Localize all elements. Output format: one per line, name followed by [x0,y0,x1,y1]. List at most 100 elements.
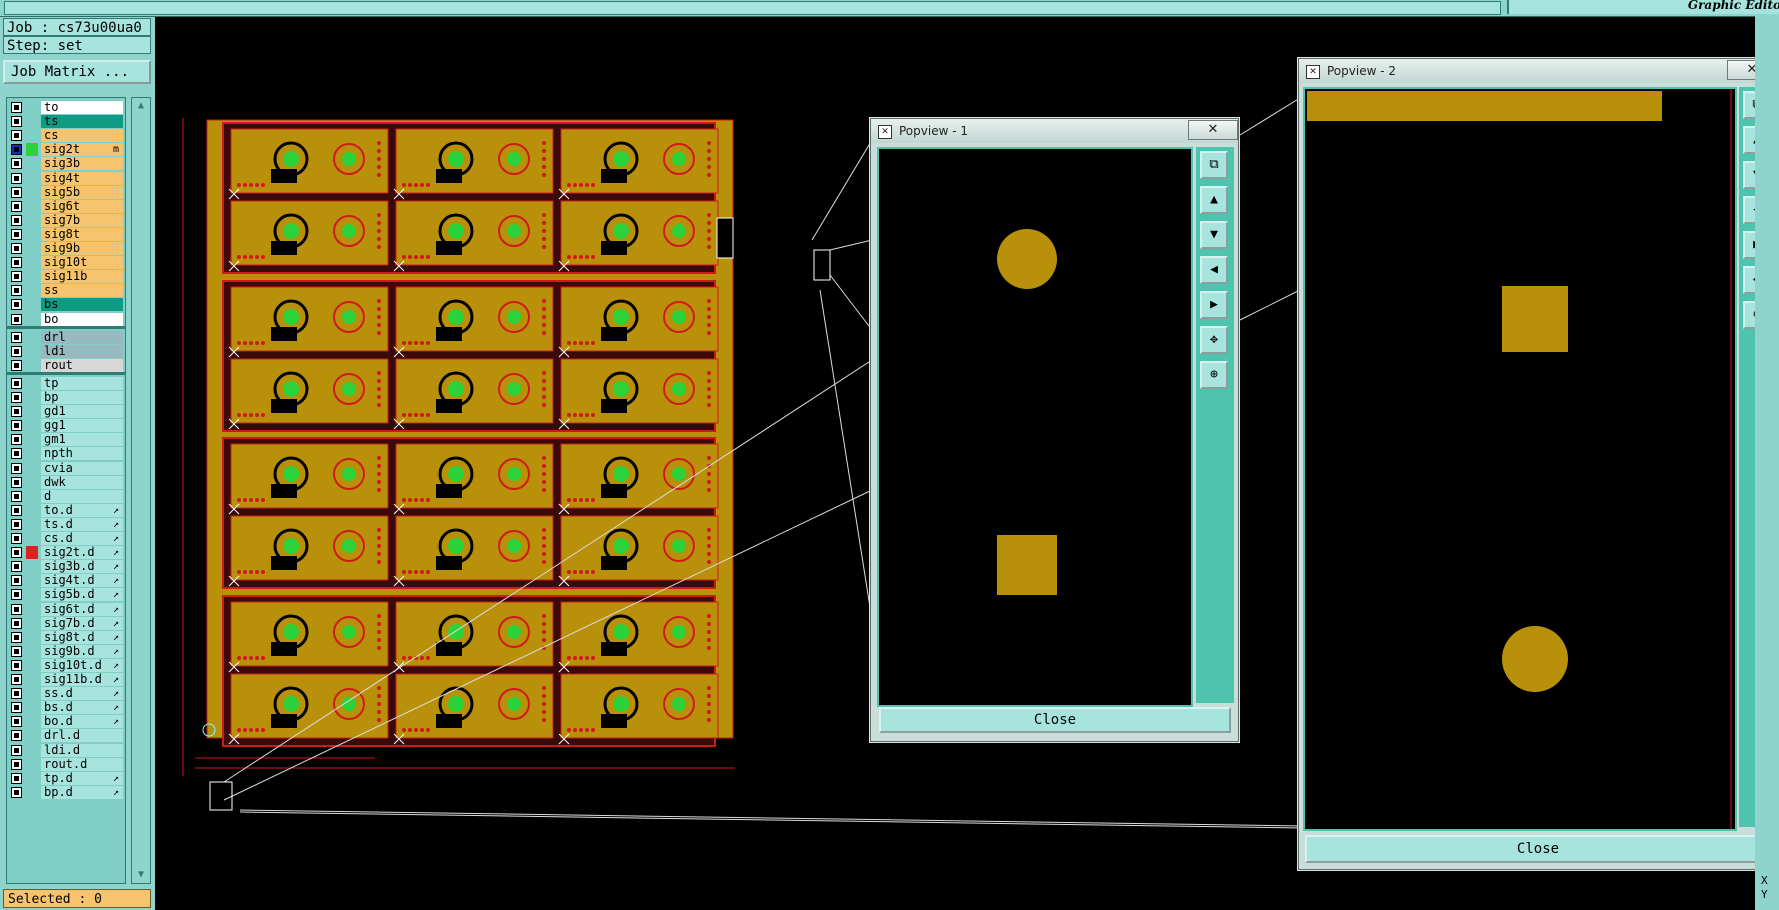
layer-row-sig4t[interactable]: sig4t [7,171,125,186]
layer-name[interactable]: ts [41,115,123,129]
layer-row-bo-d[interactable]: bo.d ↗ [7,714,125,729]
layer-name[interactable]: d [41,489,123,503]
layer-name[interactable]: gg1 [41,419,123,433]
layer-row-ldi-d[interactable]: ldi.d [7,743,125,758]
layer-row-ss-d[interactable]: ss.d ↗ [7,686,125,701]
layer-row-rout-d[interactable]: rout.d [7,757,125,772]
layer-row-sig7b[interactable]: sig7b [7,213,125,228]
layer-row-sig3b[interactable]: sig3b [7,156,125,171]
layer-checkbox[interactable] [11,377,22,389]
layer-row-cs-d[interactable]: cs.d ↗ [7,531,125,546]
pan-right-icon[interactable]: ▶ [1200,291,1228,319]
layer-checkbox[interactable] [11,561,22,573]
layer-row-sig2t-d[interactable]: sig2t.d ↗ [7,545,125,560]
layer-row-ss[interactable]: ss [7,283,125,298]
layer-name[interactable]: drl.d [41,729,123,743]
layer-checkbox[interactable] [11,786,22,798]
layer-row-cvia[interactable]: cvia [7,461,125,476]
layer-checkbox[interactable] [11,299,22,311]
layer-name[interactable]: cs [41,129,123,143]
layer-row-bo[interactable]: bo [7,312,125,327]
pad-round[interactable] [997,229,1057,289]
popview-1-titlebar[interactable]: ✕ Popview - 1 [871,119,1238,143]
layer-checkbox[interactable] [11,730,22,742]
layer-name[interactable]: sig7b.d ↗ [41,616,123,630]
layer-row-ldi[interactable]: ldi [7,344,125,359]
layer-name[interactable]: ss [41,284,123,298]
layer-name[interactable]: bs.d ↗ [41,701,123,715]
layer-checkbox[interactable] [11,589,22,601]
layer-row-ts[interactable]: ts [7,114,125,129]
layer-name[interactable]: cvia [41,461,123,475]
layer-checkbox[interactable] [11,406,22,418]
layer-row-bs-d[interactable]: bs.d ↗ [7,700,125,715]
layer-checkbox[interactable] [11,533,22,544]
layer-row-sig5b[interactable]: sig5b [7,185,125,200]
layer-row-to[interactable]: to [7,100,125,115]
layer-row-sig8t[interactable]: sig8t [7,227,125,242]
layer-checkbox[interactable] [11,420,22,432]
popview-2-close-button[interactable]: Close [1305,835,1771,863]
layer-row-cs[interactable]: cs [7,128,125,143]
layer-name[interactable]: tp.d ↗ [41,771,123,785]
layer-name[interactable]: sig7b [41,213,123,227]
zoom-fit-icon[interactable]: ⧉ [1200,151,1228,179]
layer-name[interactable]: sig4t.d ↗ [41,574,123,588]
layer-checkbox[interactable] [11,116,22,128]
layer-checkbox[interactable] [11,518,22,530]
layer-checkbox[interactable] [11,448,22,460]
layer-row-sig6t[interactable]: sig6t [7,199,125,214]
layer-checkbox[interactable] [11,313,22,325]
layer-row-to-d[interactable]: to.d ↗ [7,503,125,518]
layer-checkbox[interactable] [11,659,22,671]
layer-checkbox[interactable] [11,243,22,254]
layer-row-sig11b-d[interactable]: sig11b.d ↗ [7,672,125,687]
layer-checkbox[interactable] [11,158,22,170]
scroll-up-icon[interactable]: ▲ [134,100,148,112]
layer-checkbox[interactable] [11,772,22,784]
layer-row-drl[interactable]: drl [7,330,125,345]
layer-checkbox[interactable] [11,674,22,685]
pad-square[interactable] [1502,286,1568,352]
scroll-down-icon[interactable]: ▼ [134,869,148,881]
zoom-in-icon[interactable]: ▲ [1200,186,1228,214]
layer-row-gd1[interactable]: gd1 [7,404,125,419]
layer-name[interactable]: ts.d ↗ [41,517,123,531]
layer-checkbox[interactable] [11,603,22,615]
layer-checkbox[interactable] [11,476,22,488]
layer-row-sig7b-d[interactable]: sig7b.d ↗ [7,616,125,631]
layer-checkbox[interactable] [11,102,22,113]
copper-bar[interactable] [1307,91,1662,121]
layer-checkbox[interactable] [11,716,22,728]
layer-checkbox[interactable] [11,688,22,700]
layer-row-bs[interactable]: bs [7,297,125,312]
popview-1-close-button[interactable]: Close [879,707,1231,733]
layer-name[interactable]: sig11b [41,270,123,284]
layer-name[interactable]: sig5b.d ↗ [41,588,123,602]
layer-name[interactable]: to [41,101,123,114]
layer-name[interactable]: sig11b.d ↗ [41,673,123,686]
layer-name[interactable]: sig8t.d ↗ [41,630,123,644]
zoom-out-icon[interactable]: ▼ [1200,221,1228,249]
layer-row-sig9b[interactable]: sig9b [7,241,125,256]
layer-checkbox[interactable] [11,631,22,643]
layer-name[interactable]: bo.d ↗ [41,715,123,729]
layer-checkbox[interactable] [11,617,22,629]
layer-row-sig11b[interactable]: sig11b [7,269,125,284]
layer-name[interactable]: drl [41,330,123,344]
layer-row-sig2t[interactable]: sig2t m [7,142,125,157]
layer-checkbox[interactable] [11,547,22,559]
layer-row-bp-d[interactable]: bp.d ↗ [7,785,125,800]
layer-checkbox[interactable] [11,359,22,371]
layer-row-sig3b-d[interactable]: sig3b.d ↗ [7,559,125,574]
popview-1-canvas[interactable] [877,147,1193,707]
layer-name[interactable]: cs.d ↗ [41,532,123,545]
layer-checkbox[interactable] [11,702,22,714]
layer-checkbox[interactable] [11,200,22,212]
popview-2-canvas[interactable] [1303,87,1737,831]
layer-name[interactable]: sig2t.d ↗ [41,546,123,560]
layer-checkbox[interactable] [11,758,22,770]
layer-row-sig10t-d[interactable]: sig10t.d ↗ [7,658,125,673]
command-field[interactable] [4,1,1501,15]
layer-checkbox[interactable] [11,144,22,156]
